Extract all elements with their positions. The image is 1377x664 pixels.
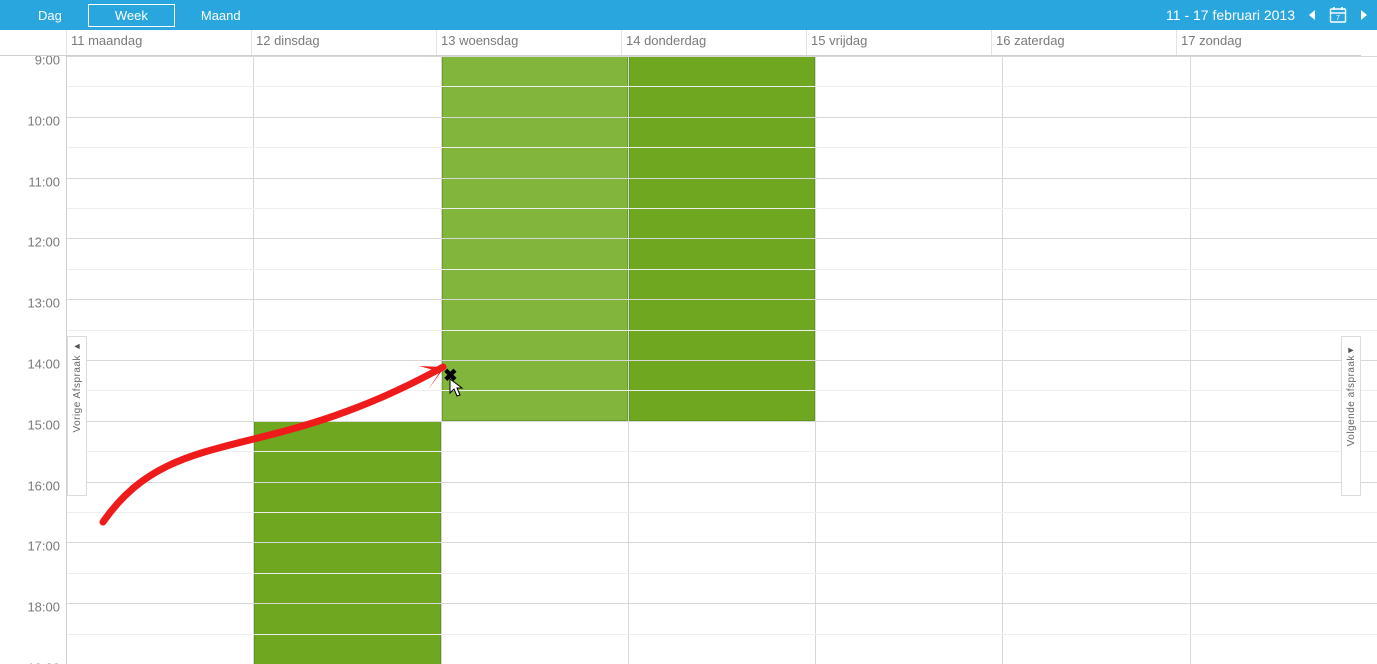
time-label: 17:00 bbox=[27, 539, 60, 554]
time-label: 18:00 bbox=[27, 600, 60, 615]
triangle-left-icon: ◄ bbox=[73, 341, 82, 351]
triangle-right-icon: ► bbox=[1347, 345, 1356, 355]
day-header-sun[interactable]: 17 zondag bbox=[1177, 30, 1361, 55]
svg-text:7: 7 bbox=[1336, 15, 1340, 22]
gutter-header bbox=[0, 30, 67, 55]
next-appointment-label: Volgende afspraak bbox=[1346, 355, 1357, 446]
datepicker-icon[interactable]: 7 bbox=[1329, 6, 1347, 24]
day-col-tue[interactable] bbox=[254, 56, 441, 664]
next-appointment-tab[interactable]: ► Volgende afspraak bbox=[1341, 336, 1361, 496]
view-day-button[interactable]: Dag bbox=[12, 5, 88, 26]
prev-appointment-label: Vorige Afspraak bbox=[72, 355, 83, 433]
date-range-label: 11 - 17 februari 2013 bbox=[1166, 7, 1295, 23]
time-gutter: 9:00 10:00 11:00 12:00 13:00 14:00 15:00 16:00 1… bbox=[0, 56, 67, 664]
event-wed-dragging[interactable] bbox=[442, 56, 628, 421]
prev-week-button[interactable] bbox=[1305, 8, 1319, 22]
time-label: 15:00 bbox=[27, 417, 60, 432]
prev-appointment-tab[interactable]: ◄ Vorige Afspraak bbox=[67, 336, 87, 496]
time-label: 11:00 bbox=[28, 174, 60, 189]
date-range-nav: 11 - 17 februari 2013 7 bbox=[1166, 0, 1371, 30]
next-week-button[interactable] bbox=[1357, 8, 1371, 22]
topbar: Dag Week Maand 11 - 17 februari 2013 7 bbox=[0, 0, 1377, 30]
time-label: 12:00 bbox=[27, 235, 60, 250]
day-header-thu[interactable]: 14 donderdag bbox=[622, 30, 807, 55]
time-label: 14:00 bbox=[27, 357, 60, 372]
day-col-fri[interactable] bbox=[816, 56, 1003, 664]
time-label: 10:00 bbox=[27, 113, 60, 128]
day-header-mon[interactable]: 11 maandag bbox=[67, 30, 252, 55]
day-col-thu[interactable] bbox=[629, 56, 816, 664]
time-grid[interactable]: 9:00 10:00 11:00 12:00 13:00 14:00 15:00 16:00 1… bbox=[0, 56, 1377, 664]
view-week-button[interactable]: Week bbox=[88, 4, 175, 27]
calendar-app: Dag Week Maand 11 - 17 februari 2013 7 bbox=[0, 0, 1377, 664]
day-header-tue[interactable]: 12 dinsdag bbox=[252, 30, 437, 55]
event-tue[interactable] bbox=[254, 421, 440, 664]
day-header-fri[interactable]: 15 vrijdag bbox=[807, 30, 992, 55]
time-label: 13:00 bbox=[27, 296, 60, 311]
event-thu[interactable] bbox=[629, 56, 815, 421]
time-label: 19:00 bbox=[27, 661, 60, 664]
calendar-scroll[interactable]: 9:00 10:00 11:00 12:00 13:00 14:00 15:00 16:00 1… bbox=[0, 56, 1377, 664]
day-col-mon[interactable] bbox=[67, 56, 254, 664]
view-month-button[interactable]: Maand bbox=[175, 5, 267, 26]
calendar-body: 9:00 10:00 11:00 12:00 13:00 14:00 15:00 16:00 1… bbox=[0, 56, 1377, 664]
day-columns bbox=[67, 56, 1377, 664]
time-label: 9:00 bbox=[35, 56, 60, 68]
day-col-wed[interactable] bbox=[442, 56, 629, 664]
day-header-row: 11 maandag 12 dinsdag 13 woensdag 14 don… bbox=[0, 30, 1361, 56]
time-label: 16:00 bbox=[27, 478, 60, 493]
day-header-sat[interactable]: 16 zaterdag bbox=[992, 30, 1177, 55]
view-switcher: Dag Week Maand bbox=[12, 4, 267, 27]
day-col-sat[interactable] bbox=[1003, 56, 1190, 664]
day-header-wed[interactable]: 13 woensdag bbox=[437, 30, 622, 55]
